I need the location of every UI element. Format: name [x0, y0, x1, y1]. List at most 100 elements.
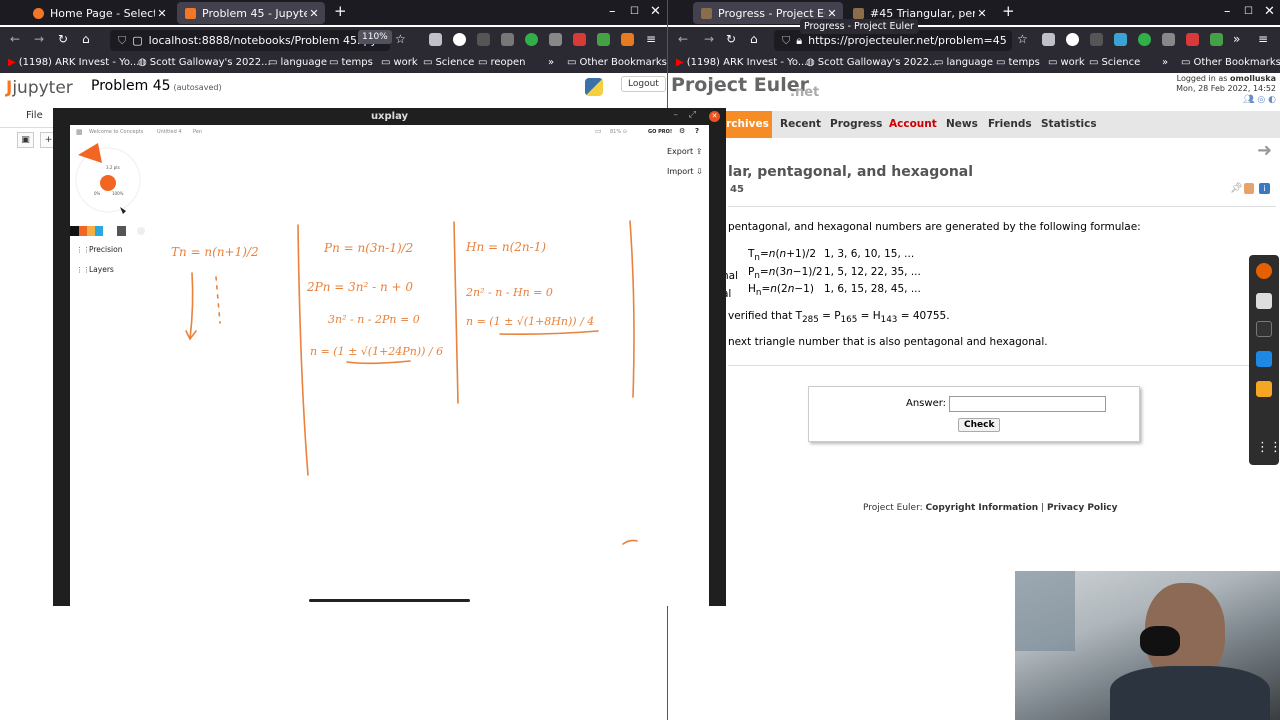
next-problem-arrow-icon[interactable]: ➜	[1257, 140, 1272, 161]
bookmark-science[interactable]: ▭ Science	[1089, 57, 1140, 68]
more-bookmarks-icon[interactable]: »	[548, 57, 554, 68]
swatch-black[interactable]	[70, 226, 79, 236]
uxplay-minimize-icon[interactable]: –	[674, 110, 679, 120]
profile-icons[interactable]: 👥︎ ◎ ◐	[1176, 95, 1276, 105]
app-grid-icon[interactable]: ⋮⋮	[1256, 440, 1280, 456]
menu-icon[interactable]: ≡	[646, 32, 656, 46]
extension-square-icon[interactable]	[501, 33, 514, 46]
extension-puzzle-icon[interactable]	[597, 33, 610, 46]
precision-menu[interactable]: Precision	[89, 245, 123, 254]
answer-input[interactable]	[949, 396, 1106, 412]
uxplay-maximize-icon[interactable]: ⤢	[689, 110, 696, 120]
concepts-canvas[interactable]: ▦ Welcome to Concepts Untitled 4 Pen ▭ 8…	[70, 125, 709, 606]
extension-s-icon[interactable]	[453, 33, 466, 46]
logout-button[interactable]: Logout	[621, 76, 666, 92]
other-bookmarks[interactable]: ▭ Other Bookmarks	[567, 57, 667, 68]
sublime-icon[interactable]	[1256, 381, 1272, 397]
bookmark-language[interactable]: ▭ language	[268, 57, 327, 68]
layers-icon[interactable]: ⋮⋮	[76, 266, 90, 274]
bookmark-reopen[interactable]: ▭ reopen	[478, 57, 525, 68]
pocket-icon[interactable]	[1042, 33, 1055, 46]
close-tab-icon[interactable]: ✕	[155, 7, 169, 20]
new-tab-icon[interactable]: +	[334, 2, 347, 20]
bookmark-star-icon[interactable]: ☆	[395, 32, 406, 46]
minimize-icon[interactable]: –	[609, 4, 616, 19]
reload-icon[interactable]: ↻	[726, 32, 736, 46]
extension-pen-icon[interactable]	[1162, 33, 1175, 46]
nav-account[interactable]: Account	[889, 118, 937, 130]
address-bar[interactable]: ⛉ ▢ localhost:8888/notebooks/Problem 45.ip…	[110, 30, 390, 51]
forward-icon[interactable]: →	[34, 32, 44, 46]
nav-news[interactable]: News	[946, 118, 978, 130]
home-icon[interactable]: ⌂	[750, 32, 758, 46]
terminal-icon[interactable]	[1256, 321, 1272, 337]
swatch-orange[interactable]	[79, 226, 87, 236]
zoom-level-badge[interactable]: 110%	[358, 30, 392, 44]
bookmark-temps[interactable]: ▭ temps	[329, 57, 373, 68]
metamask-icon[interactable]	[621, 33, 634, 46]
vscode-icon[interactable]	[1256, 351, 1272, 367]
bookmark-work[interactable]: ▭ work	[381, 57, 418, 68]
window-close-icon[interactable]: ✕	[1264, 4, 1275, 19]
minimize-icon[interactable]: –	[1224, 4, 1231, 19]
precision-icon[interactable]: ⋮⋮	[76, 246, 90, 254]
username[interactable]: omolluska	[1230, 74, 1276, 83]
window-close-icon[interactable]: ✕	[650, 4, 661, 19]
bookmark-ark[interactable]: ▶ (1198) ARK Invest - Yo...	[8, 57, 139, 68]
menu-file[interactable]: File	[26, 110, 43, 121]
menu-icon[interactable]: ≡	[1258, 32, 1268, 46]
layers-menu[interactable]: Layers	[89, 265, 114, 274]
extension-green-icon[interactable]	[525, 33, 538, 46]
pin-icon[interactable]: 📌︎	[1230, 183, 1243, 194]
close-tab-icon[interactable]: ✕	[825, 7, 839, 20]
home-icon[interactable]: ⌂	[82, 32, 90, 46]
user-icon[interactable]	[1244, 183, 1254, 194]
more-bookmarks-icon[interactable]: »	[1162, 57, 1168, 68]
extension-red-icon[interactable]	[1186, 33, 1199, 46]
extension-pen-icon[interactable]	[549, 33, 562, 46]
bookmark-ark[interactable]: ▶ (1198) ARK Invest - Yo...	[676, 57, 807, 68]
bookmark-science[interactable]: ▭ Science	[423, 57, 474, 68]
back-icon[interactable]: ←	[10, 32, 20, 46]
more-tools-icon[interactable]: »	[1233, 32, 1240, 46]
privacy-link[interactable]: Privacy Policy	[1047, 503, 1118, 513]
bookmark-galloway[interactable]: ◍ Scott Galloway's 2022...	[138, 57, 271, 68]
jupyter-logo[interactable]: Jjupyter	[6, 78, 73, 98]
extension-green-icon[interactable]	[1138, 33, 1151, 46]
maximize-icon[interactable]: ☐	[630, 6, 639, 17]
uxplay-close-icon[interactable]: ✕	[709, 111, 720, 122]
bookmark-work[interactable]: ▭ work	[1048, 57, 1085, 68]
nav-friends[interactable]: Friends	[988, 118, 1032, 130]
info-icon[interactable]: i	[1259, 183, 1270, 194]
extension-s-icon[interactable]	[1066, 33, 1079, 46]
extension-puzzle-icon[interactable]	[1210, 33, 1223, 46]
new-tab-icon[interactable]: +	[1002, 2, 1015, 20]
maximize-icon[interactable]: ☐	[1244, 6, 1253, 17]
swatch-yellow[interactable]	[87, 226, 95, 236]
brush-color-dot[interactable]	[100, 175, 116, 191]
euler-logo[interactable]: Project Euler	[671, 74, 809, 96]
close-tab-icon[interactable]: ✕	[975, 7, 989, 20]
notebook-title[interactable]: Problem 45 (autosaved)	[91, 78, 222, 94]
nav-statistics[interactable]: Statistics	[1041, 118, 1097, 130]
swatch-more[interactable]	[137, 227, 145, 235]
close-tab-icon[interactable]: ✕	[307, 7, 321, 20]
bookmark-galloway[interactable]: ◍ Scott Galloway's 2022...	[806, 57, 939, 68]
other-bookmarks[interactable]: ▭ Other Bookmarks	[1181, 57, 1280, 68]
reload-icon[interactable]: ↻	[58, 32, 68, 46]
nav-recent[interactable]: Recent	[780, 118, 821, 130]
check-button[interactable]: Check	[958, 418, 1001, 432]
bookmark-temps[interactable]: ▭ temps	[996, 57, 1040, 68]
swatch-gray[interactable]	[117, 226, 126, 236]
nav-progress[interactable]: Progress	[830, 118, 882, 130]
back-icon[interactable]: ←	[678, 32, 688, 46]
tool-wheel[interactable]: 3.2 pts 0% 100%	[75, 143, 141, 214]
forward-icon[interactable]: →	[704, 32, 714, 46]
bookmark-language[interactable]: ▭ language	[934, 57, 993, 68]
extension-red-icon[interactable]	[573, 33, 586, 46]
bookmark-star-icon[interactable]: ☆	[1017, 32, 1028, 46]
tab-home-page[interactable]: Home Page - Select or cre ✕	[25, 2, 173, 24]
extension-ghost-icon[interactable]	[1090, 33, 1103, 46]
pocket-icon[interactable]	[429, 33, 442, 46]
extension-blue-icon[interactable]	[1114, 33, 1127, 46]
